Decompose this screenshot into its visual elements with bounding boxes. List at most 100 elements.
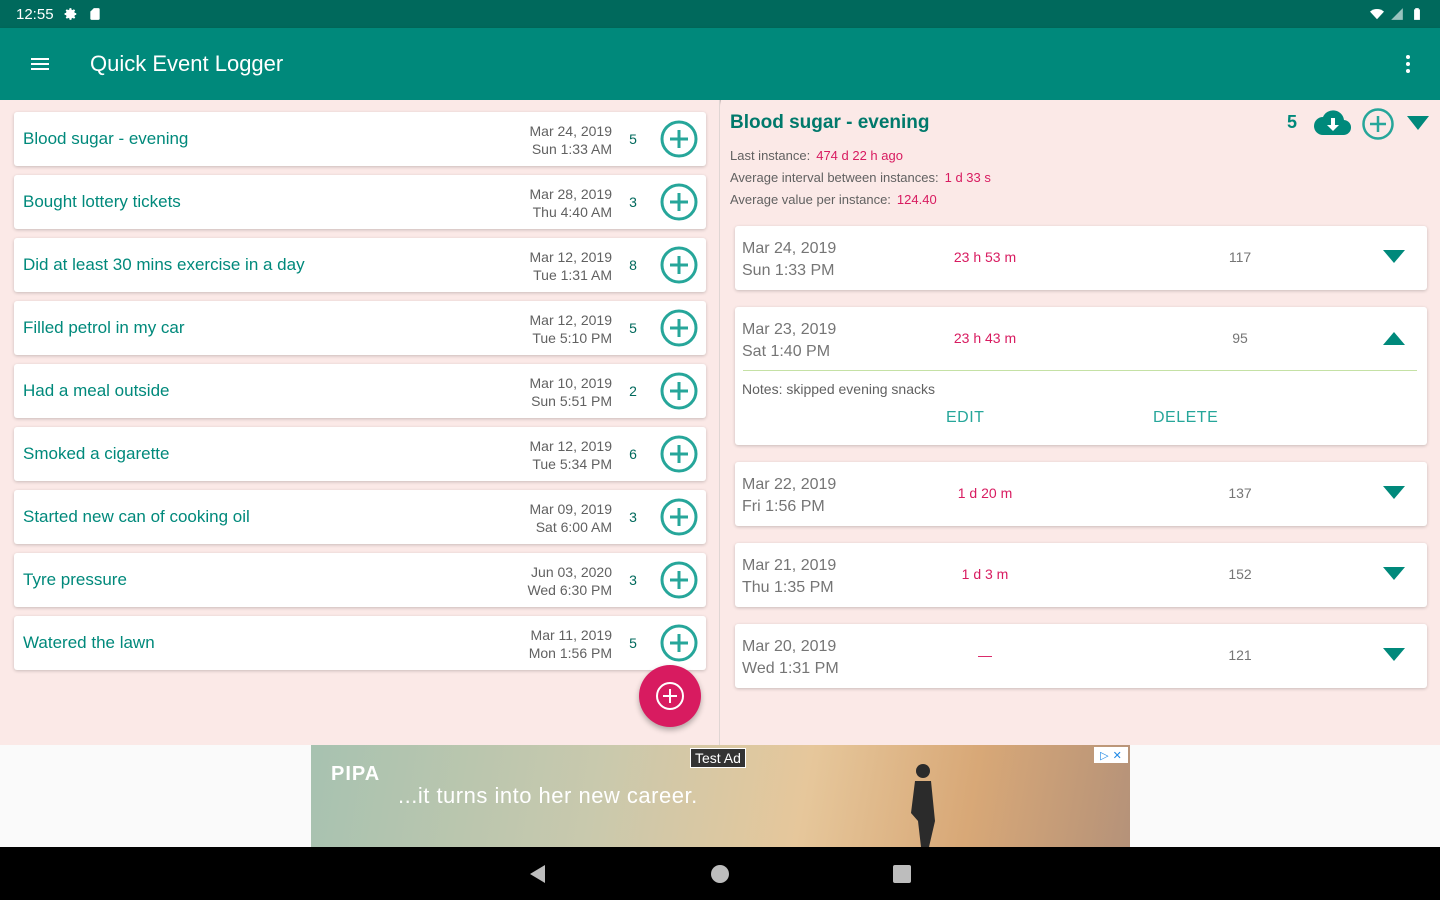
menu-button[interactable] bbox=[0, 28, 80, 100]
recents-icon[interactable] bbox=[889, 861, 915, 887]
event-count: 3 bbox=[629, 194, 637, 210]
app-title: Quick Event Logger bbox=[90, 51, 284, 76]
event-item[interactable]: Smoked a cigarette Mar 12, 2019 Tue 5:34 … bbox=[14, 427, 706, 481]
hamburger-menu-icon bbox=[31, 58, 49, 70]
add-circle-outline-icon[interactable] bbox=[659, 623, 699, 663]
event-count: 8 bbox=[629, 257, 637, 273]
add-event-fab[interactable] bbox=[639, 665, 701, 727]
event-item[interactable]: Tyre pressure Jun 03, 2020 Wed 6:30 PM 3 bbox=[14, 553, 706, 607]
instance-item[interactable]: Mar 22, 2019 Fri 1:56 PM 1 d 20 m 137 bbox=[735, 462, 1427, 526]
event-count: 5 bbox=[629, 131, 637, 147]
event-item[interactable]: Filled petrol in my car Mar 12, 2019 Tue … bbox=[14, 301, 706, 355]
event-last-date: Jun 03, 2020 Wed 6:30 PM bbox=[527, 564, 612, 598]
event-item[interactable]: Did at least 30 mins exercise in a day M… bbox=[14, 238, 706, 292]
instance-value: 95 bbox=[1232, 330, 1248, 346]
instance-interval: — bbox=[978, 647, 992, 663]
arrow-drop-down-icon[interactable] bbox=[1379, 482, 1409, 504]
event-name: Did at least 30 mins exercise in a day bbox=[23, 255, 305, 274]
event-item[interactable]: Started new can of cooking oil Mar 09, 2… bbox=[14, 490, 706, 544]
event-name: Smoked a cigarette bbox=[23, 444, 170, 463]
ad-banner[interactable]: PIPA ...it turns into her new career. Te… bbox=[311, 745, 1130, 847]
home-icon[interactable] bbox=[707, 861, 733, 887]
back-icon[interactable] bbox=[525, 861, 551, 887]
overflow-menu-button[interactable] bbox=[1376, 28, 1440, 100]
instance-item[interactable]: Mar 20, 2019 Wed 1:31 PM — 121 bbox=[735, 624, 1427, 688]
sd-card-icon bbox=[89, 8, 100, 20]
cloud-download-icon[interactable] bbox=[1314, 108, 1352, 138]
event-count: 6 bbox=[629, 446, 637, 462]
event-count: 5 bbox=[629, 635, 637, 651]
instance-notes: Notes: skipped evening snacks bbox=[742, 381, 935, 397]
person-silhouette-icon bbox=[911, 764, 935, 847]
instance-date: Mar 21, 2019 Thu 1:35 PM bbox=[742, 557, 837, 596]
instance-date: Mar 22, 2019 Fri 1:56 PM bbox=[742, 476, 837, 515]
ad-choices-button[interactable]: ▷ ✕ bbox=[1094, 747, 1128, 763]
arrow-drop-down-icon[interactable] bbox=[1379, 644, 1409, 666]
ad-area: PIPA ...it turns into her new career. Te… bbox=[0, 745, 1440, 847]
event-list: Blood sugar - evening Mar 24, 2019 Sun 1:… bbox=[0, 100, 720, 745]
event-name: Started new can of cooking oil bbox=[23, 507, 250, 526]
add-circle-outline-icon bbox=[656, 682, 684, 710]
instance-value: 152 bbox=[1228, 566, 1252, 582]
add-circle-outline-icon[interactable] bbox=[659, 119, 699, 159]
event-item[interactable]: Had a meal outside Mar 10, 2019 Sun 5:51 … bbox=[14, 364, 706, 418]
add-circle-outline-icon[interactable] bbox=[659, 245, 699, 285]
detail-title: Blood sugar - evening bbox=[730, 112, 930, 133]
event-count: 3 bbox=[629, 509, 637, 525]
delete-button[interactable]: DELETE bbox=[1153, 409, 1218, 427]
event-name: Watered the lawn bbox=[23, 633, 155, 652]
ad-choices-icon: ▷ bbox=[1100, 749, 1109, 762]
arrow-drop-down-icon[interactable] bbox=[1405, 112, 1431, 134]
instance-interval: 1 d 20 m bbox=[957, 485, 1013, 501]
instance-interval: 1 d 3 m bbox=[961, 566, 1009, 582]
event-name: Blood sugar - evening bbox=[23, 129, 189, 148]
add-circle-outline-icon[interactable] bbox=[659, 560, 699, 600]
wifi-icon bbox=[1370, 8, 1384, 20]
instance-value: 117 bbox=[1228, 249, 1252, 265]
arrow-drop-up-icon[interactable] bbox=[1379, 327, 1409, 349]
event-last-date: Mar 12, 2019 Tue 5:10 PM bbox=[529, 312, 613, 346]
ad-text: ...it turns into her new career. bbox=[398, 783, 698, 808]
event-name: Tyre pressure bbox=[23, 570, 127, 589]
add-circle-outline-icon[interactable] bbox=[1361, 107, 1395, 141]
event-name: Had a meal outside bbox=[23, 381, 170, 400]
instance-interval: 23 h 53 m bbox=[953, 249, 1017, 265]
event-item[interactable]: Watered the lawn Mar 11, 2019 Mon 1:56 PM… bbox=[14, 616, 706, 670]
event-last-date: Mar 12, 2019 Tue 1:31 AM bbox=[529, 249, 613, 283]
event-item[interactable]: Bought lottery tickets Mar 28, 2019 Thu 4… bbox=[14, 175, 706, 229]
edit-button[interactable]: EDIT bbox=[946, 409, 984, 427]
instance-date: Mar 23, 2019 Sat 1:40 PM bbox=[742, 321, 837, 360]
detail-count: 5 bbox=[1287, 112, 1298, 132]
instance-item-expanded[interactable]: Mar 23, 2019 Sat 1:40 PM 23 h 43 m 95 Not… bbox=[735, 307, 1427, 445]
settings-icon bbox=[64, 8, 76, 20]
event-last-date: Mar 28, 2019 Thu 4:40 AM bbox=[529, 186, 613, 220]
signal-icon bbox=[1391, 8, 1403, 20]
stat-average-interval: Average interval between instances: 1 d 3… bbox=[730, 170, 991, 185]
battery-icon bbox=[1414, 8, 1420, 20]
arrow-drop-down-icon[interactable] bbox=[1379, 563, 1409, 585]
add-circle-outline-icon[interactable] bbox=[659, 182, 699, 222]
add-circle-outline-icon[interactable] bbox=[659, 497, 699, 537]
add-circle-outline-icon[interactable] bbox=[659, 308, 699, 348]
instance-value: 121 bbox=[1228, 647, 1252, 663]
instance-date: Mar 24, 2019 Sun 1:33 PM bbox=[742, 240, 837, 279]
event-item[interactable]: Blood sugar - evening Mar 24, 2019 Sun 1:… bbox=[14, 112, 706, 166]
close-icon: ✕ bbox=[1112, 749, 1122, 762]
arrow-drop-down-icon[interactable] bbox=[1379, 246, 1409, 268]
app-bar: Quick Event Logger bbox=[0, 28, 1440, 100]
instance-item[interactable]: Mar 24, 2019 Sun 1:33 PM 23 h 53 m 117 bbox=[735, 226, 1427, 290]
status-time: 12:55 bbox=[16, 5, 54, 23]
event-detail-pane: Blood sugar - evening 5 Last instance: 47… bbox=[721, 100, 1440, 745]
event-last-date: Mar 10, 2019 Sun 5:51 PM bbox=[529, 375, 613, 409]
event-count: 3 bbox=[629, 572, 637, 588]
add-circle-outline-icon[interactable] bbox=[659, 434, 699, 474]
event-name: Filled petrol in my car bbox=[23, 318, 185, 337]
add-circle-outline-icon[interactable] bbox=[659, 371, 699, 411]
stat-average-value: Average value per instance: 124.40 bbox=[730, 192, 937, 207]
stat-last-instance: Last instance: 474 d 22 h ago bbox=[730, 148, 903, 163]
event-last-date: Mar 12, 2019 Tue 5:34 PM bbox=[529, 438, 613, 472]
instance-item[interactable]: Mar 21, 2019 Thu 1:35 PM 1 d 3 m 152 bbox=[735, 543, 1427, 607]
instance-divider bbox=[743, 370, 1417, 371]
event-count: 5 bbox=[629, 320, 637, 336]
instance-value: 137 bbox=[1228, 485, 1252, 501]
